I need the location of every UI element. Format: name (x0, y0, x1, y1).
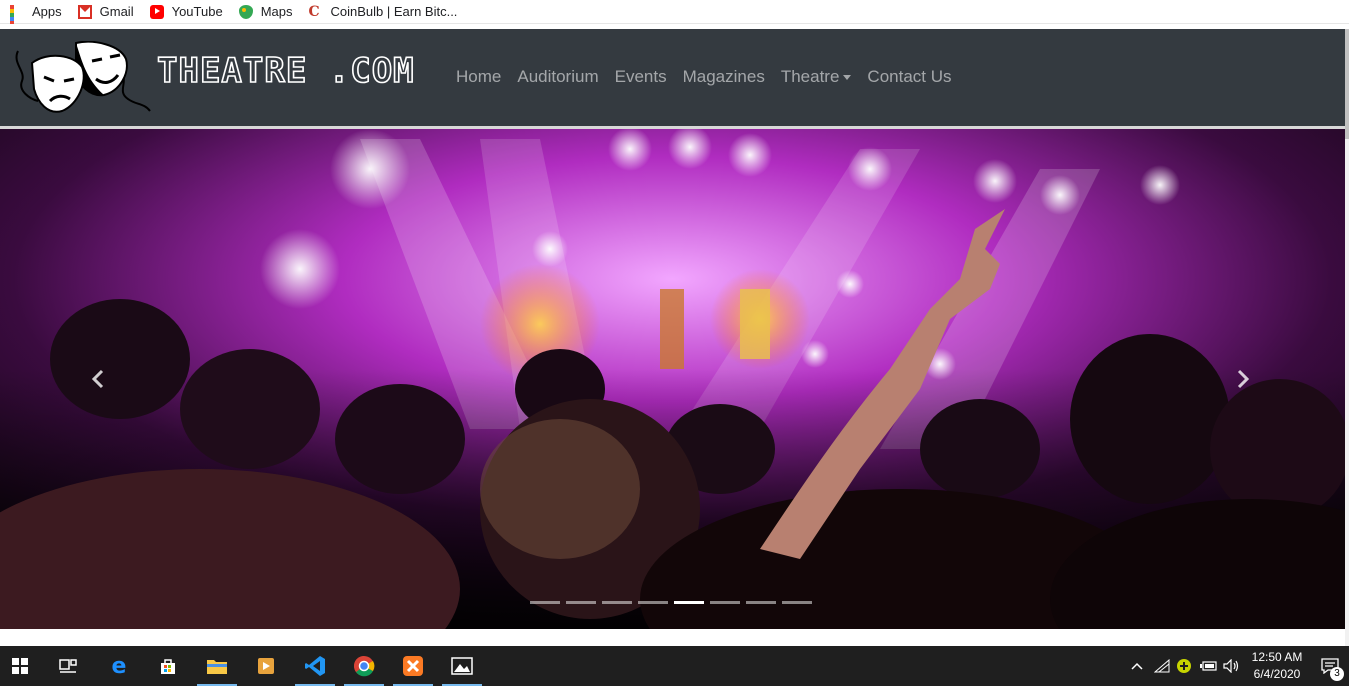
hero-carousel (0, 126, 1345, 629)
xampp-icon (403, 656, 423, 676)
carousel-prev-button[interactable] (83, 364, 113, 394)
theatre-masks-icon[interactable] (12, 40, 154, 115)
windows-start-icon (12, 658, 28, 674)
site-navbar: THEATRE .COM Home Auditorium Events Maga… (0, 29, 1345, 126)
carousel-next-button[interactable] (1228, 364, 1258, 394)
carousel-indicator[interactable] (782, 601, 812, 604)
bookmark-apps[interactable]: Apps (10, 0, 62, 41)
tray-battery[interactable] (1199, 646, 1219, 686)
carousel-indicator-active[interactable] (674, 601, 704, 604)
media-player-icon (258, 658, 274, 674)
carousel-indicator[interactable] (638, 601, 668, 604)
tray-security[interactable] (1175, 646, 1193, 686)
windows-taskbar: e 12:50 AM 6/4/2020 3 (0, 646, 1349, 686)
nav-link-theatre: Theatre (780, 67, 840, 86)
notification-count-badge: 3 (1330, 667, 1344, 681)
nav-links: Home Auditorium Events Magazines Theatre… (456, 67, 968, 87)
bookmark-youtube[interactable]: YouTube (149, 0, 223, 24)
taskbar-chrome[interactable] (344, 646, 384, 686)
volume-icon (1223, 659, 1239, 673)
taskbar-media-player[interactable] (246, 646, 286, 686)
taskbar-store[interactable] (148, 646, 188, 686)
taskbar-xampp[interactable] (393, 646, 433, 686)
carousel-indicator[interactable] (746, 601, 776, 604)
carousel-indicator[interactable] (530, 601, 560, 604)
bookmark-label: Gmail (99, 4, 134, 19)
nav-link-magazines[interactable]: Magazines (683, 67, 765, 87)
bookmarks-bar: Apps Gmail YouTube Maps C CoinBulb | Ear… (0, 0, 1349, 41)
coinbulb-icon: C (308, 3, 320, 20)
bookmark-gmail[interactable]: Gmail (77, 0, 134, 24)
shield-icon (1177, 659, 1191, 673)
maps-icon (238, 4, 253, 19)
carousel-indicator[interactable] (566, 601, 596, 604)
vscode-icon (305, 656, 325, 676)
taskbar-edge[interactable]: e (99, 646, 139, 686)
bookmark-label: YouTube (171, 4, 223, 19)
clock-date: 6/4/2020 (1253, 667, 1301, 681)
chevron-left-icon (91, 369, 104, 389)
taskbar-photos[interactable] (442, 646, 482, 686)
bookmark-maps[interactable]: Maps (238, 0, 293, 24)
youtube-icon (149, 4, 164, 19)
photos-icon (451, 657, 473, 675)
chevron-up-icon (1131, 662, 1143, 670)
file-explorer-icon (207, 660, 227, 674)
tray-overflow-button[interactable] (1128, 646, 1146, 686)
battery-icon (1200, 661, 1217, 671)
store-icon (161, 659, 175, 674)
nav-link-contact[interactable]: Contact Us (867, 67, 951, 87)
task-view-icon (59, 659, 77, 673)
gmail-icon (77, 4, 92, 19)
nav-link-home[interactable]: Home (456, 67, 501, 87)
page-scrollbar[interactable] (1345, 29, 1349, 646)
chrome-icon (354, 656, 375, 677)
carousel-indicator[interactable] (602, 601, 632, 604)
nav-link-events[interactable]: Events (615, 67, 667, 87)
bookmark-label: Maps (260, 4, 293, 19)
concert-crowd-photo (0, 129, 1345, 629)
bookmark-label: Apps (32, 4, 62, 19)
caret-down-icon (843, 74, 852, 80)
edge-icon: e (111, 653, 127, 679)
windows-start-button[interactable] (0, 646, 40, 686)
carousel-indicator[interactable] (710, 601, 740, 604)
taskbar-clock[interactable]: 12:50 AM 6/4/2020 (1246, 649, 1308, 683)
tray-wifi[interactable] (1153, 646, 1171, 686)
bookmark-coinbulb[interactable]: C CoinBulb | Earn Bitc... (308, 0, 457, 24)
scrollbar-thumb[interactable] (1345, 29, 1349, 139)
chevron-right-icon (1237, 369, 1250, 389)
nav-dropdown-theatre[interactable]: Theatre (781, 67, 852, 87)
taskbar-vscode[interactable] (295, 646, 335, 686)
bookmark-label: CoinBulb | Earn Bitc... (330, 4, 458, 19)
site-brand[interactable]: THEATRE .COM (156, 50, 415, 92)
carousel-indicators (530, 601, 818, 604)
clock-time: 12:50 AM (1251, 650, 1303, 664)
apps-grid-icon (10, 4, 24, 41)
tray-volume[interactable] (1222, 646, 1242, 686)
nav-link-auditorium[interactable]: Auditorium (517, 67, 598, 87)
taskbar-file-explorer[interactable] (197, 646, 237, 686)
wifi-icon (1154, 659, 1170, 673)
task-view-button[interactable] (48, 646, 88, 686)
